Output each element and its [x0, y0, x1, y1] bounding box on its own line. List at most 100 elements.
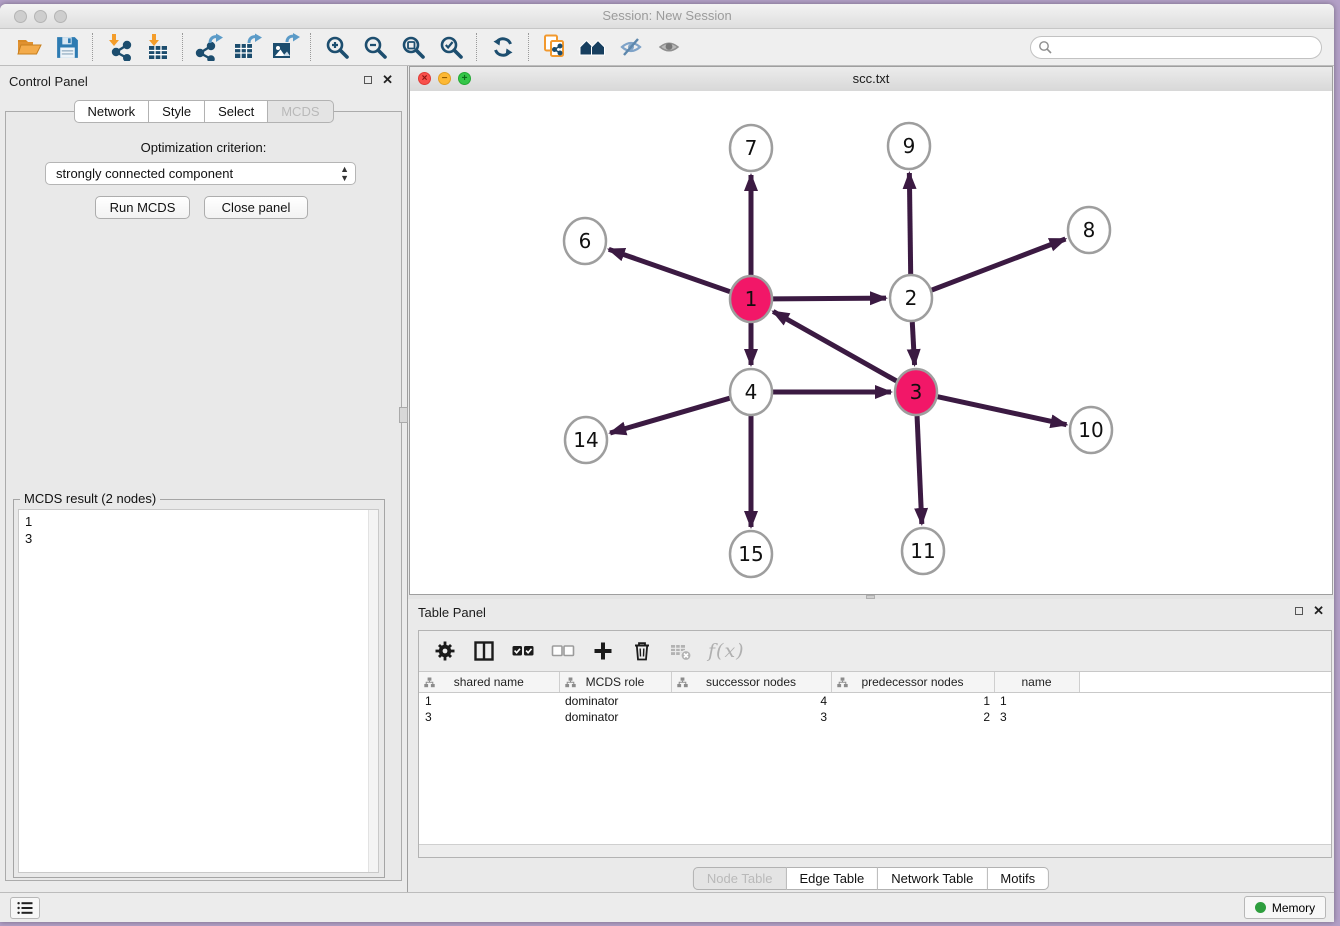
table-horizontal-scrollbar[interactable] [419, 844, 1331, 857]
graph-edge-2-9[interactable] [909, 173, 910, 274]
table-cell[interactable]: dominator [559, 709, 671, 725]
close-panel-button[interactable]: Close panel [204, 196, 308, 219]
table-cell[interactable]: 1 [994, 693, 1079, 710]
graph-edge-2-3[interactable] [912, 322, 914, 365]
run-mcds-button[interactable]: Run MCDS [95, 196, 190, 219]
column-header-name[interactable]: name [994, 672, 1079, 693]
graph-edge-2-8[interactable] [932, 239, 1066, 290]
unselect-all-icon[interactable] [551, 639, 576, 663]
graph-node-10[interactable]: 10 [1070, 407, 1112, 453]
graph-node-6[interactable]: 6 [564, 218, 606, 264]
toolbar-separator [476, 33, 478, 61]
table-cell[interactable]: 4 [671, 693, 831, 710]
hide-selected-button[interactable] [612, 31, 650, 63]
open-session-button[interactable] [10, 31, 48, 63]
graph-node-8[interactable]: 8 [1068, 207, 1110, 253]
tab-style[interactable]: Style [149, 100, 205, 123]
criterion-dropdown-value: strongly connected component [56, 166, 233, 181]
close-panel-icon[interactable]: ✕ [382, 73, 393, 86]
graph-edge-4-14[interactable] [610, 398, 730, 433]
home-views-button[interactable] [574, 31, 612, 63]
float-table-panel-icon[interactable] [1295, 607, 1303, 615]
app-titlebar: Session: New Session [0, 4, 1334, 29]
graph-node-14[interactable]: 14 [565, 417, 607, 463]
add-column-icon[interactable] [591, 639, 615, 663]
tab-edge-table[interactable]: Edge Table [786, 867, 878, 890]
table-row[interactable]: 1dominator411 [419, 693, 1331, 710]
float-panel-icon[interactable] [364, 76, 372, 84]
zoom-out-button[interactable] [356, 31, 394, 63]
graph-node-1[interactable]: 1 [730, 276, 772, 322]
show-log-button[interactable] [10, 897, 40, 919]
zoom-fit-button[interactable] [394, 31, 432, 63]
show-all-button[interactable] [650, 31, 688, 63]
zoom-selected-button[interactable] [432, 31, 470, 63]
network-canvas[interactable]: 7 9 6 8 1 2 4 3 14 10 15 11 [410, 91, 1332, 594]
graph-node-2[interactable]: 2 [890, 275, 932, 321]
result-scrollbar[interactable] [368, 510, 378, 872]
table-panel-title: Table Panel [418, 605, 486, 620]
tab-select[interactable]: Select [205, 100, 268, 123]
network-graph: 7 9 6 8 1 2 4 3 14 10 15 11 [410, 91, 1332, 594]
clone-network-button[interactable] [536, 31, 574, 63]
function-builder-icon-disabled: f(x) [708, 640, 745, 662]
import-table-button[interactable] [138, 31, 176, 63]
table-cell[interactable]: dominator [559, 693, 671, 710]
svg-text:8: 8 [1083, 218, 1096, 242]
graph-node-7[interactable]: 7 [730, 125, 772, 171]
settings-gear-icon[interactable] [433, 639, 457, 663]
zoom-in-icon [324, 34, 350, 60]
control-panel-title: Control Panel [9, 74, 88, 89]
table-cell[interactable]: 3 [419, 709, 559, 725]
criterion-dropdown[interactable]: strongly connected component ▲▼ [45, 162, 356, 185]
graph-node-11[interactable]: 11 [902, 528, 944, 574]
import-network-button[interactable] [100, 31, 138, 63]
tab-network[interactable]: Network [73, 100, 149, 123]
delete-column-icon[interactable] [630, 639, 654, 663]
control-panel-header-buttons: ✕ [364, 73, 393, 86]
memory-status-dot [1255, 902, 1266, 913]
graph-edge-1-6[interactable] [609, 249, 730, 291]
graph-node-4[interactable]: 4 [730, 369, 772, 415]
graph-edge-3-10[interactable] [938, 397, 1067, 425]
graph-node-15[interactable]: 15 [730, 531, 772, 577]
tab-mcds[interactable]: MCDS [268, 100, 333, 123]
table-cell[interactable]: 1 [419, 693, 559, 710]
graph-edge-1-2[interactable] [773, 298, 886, 299]
close-table-panel-icon[interactable]: ✕ [1313, 604, 1324, 617]
memory-button[interactable]: Memory [1244, 896, 1326, 919]
column-header-shared-name[interactable]: shared name [419, 672, 559, 693]
column-header-predecessor-nodes[interactable]: predecessor nodes [831, 672, 994, 693]
mcds-result-area[interactable]: 1 3 [18, 509, 379, 873]
tab-node-table[interactable]: Node Table [693, 867, 787, 890]
table-empty-area [419, 725, 1331, 844]
table-cell[interactable]: 3 [994, 709, 1079, 725]
save-icon [54, 34, 81, 61]
refresh-button[interactable] [484, 31, 522, 63]
search-input[interactable] [1030, 36, 1322, 59]
column-header-successor-nodes[interactable]: successor nodes [671, 672, 831, 693]
import-table-icon [142, 33, 172, 61]
graph-edge-3-1[interactable] [773, 311, 896, 380]
graph-node-3[interactable]: 3 [895, 369, 937, 415]
graph-node-9[interactable]: 9 [888, 123, 930, 169]
toolbar-separator [92, 33, 94, 61]
table-cell[interactable]: 1 [831, 693, 994, 710]
export-table-button[interactable] [228, 31, 266, 63]
table-cell[interactable]: 3 [671, 709, 831, 725]
table-cell[interactable]: 2 [831, 709, 994, 725]
save-session-button[interactable] [48, 31, 86, 63]
export-image-icon [270, 33, 300, 61]
column-header-mcds-role[interactable]: MCDS role [559, 672, 671, 693]
select-all-icon[interactable] [511, 639, 536, 663]
vertical-splitter-handle[interactable] [399, 407, 408, 423]
network-window-title: scc.txt [410, 71, 1332, 86]
zoom-in-button[interactable] [318, 31, 356, 63]
table-row[interactable]: 3dominator323 [419, 709, 1331, 725]
tab-network-table[interactable]: Network Table [878, 867, 987, 890]
export-network-button[interactable] [190, 31, 228, 63]
graph-edge-3-11[interactable] [917, 416, 922, 524]
show-columns-icon[interactable] [472, 639, 496, 663]
tab-motifs[interactable]: Motifs [987, 867, 1049, 890]
export-image-button[interactable] [266, 31, 304, 63]
